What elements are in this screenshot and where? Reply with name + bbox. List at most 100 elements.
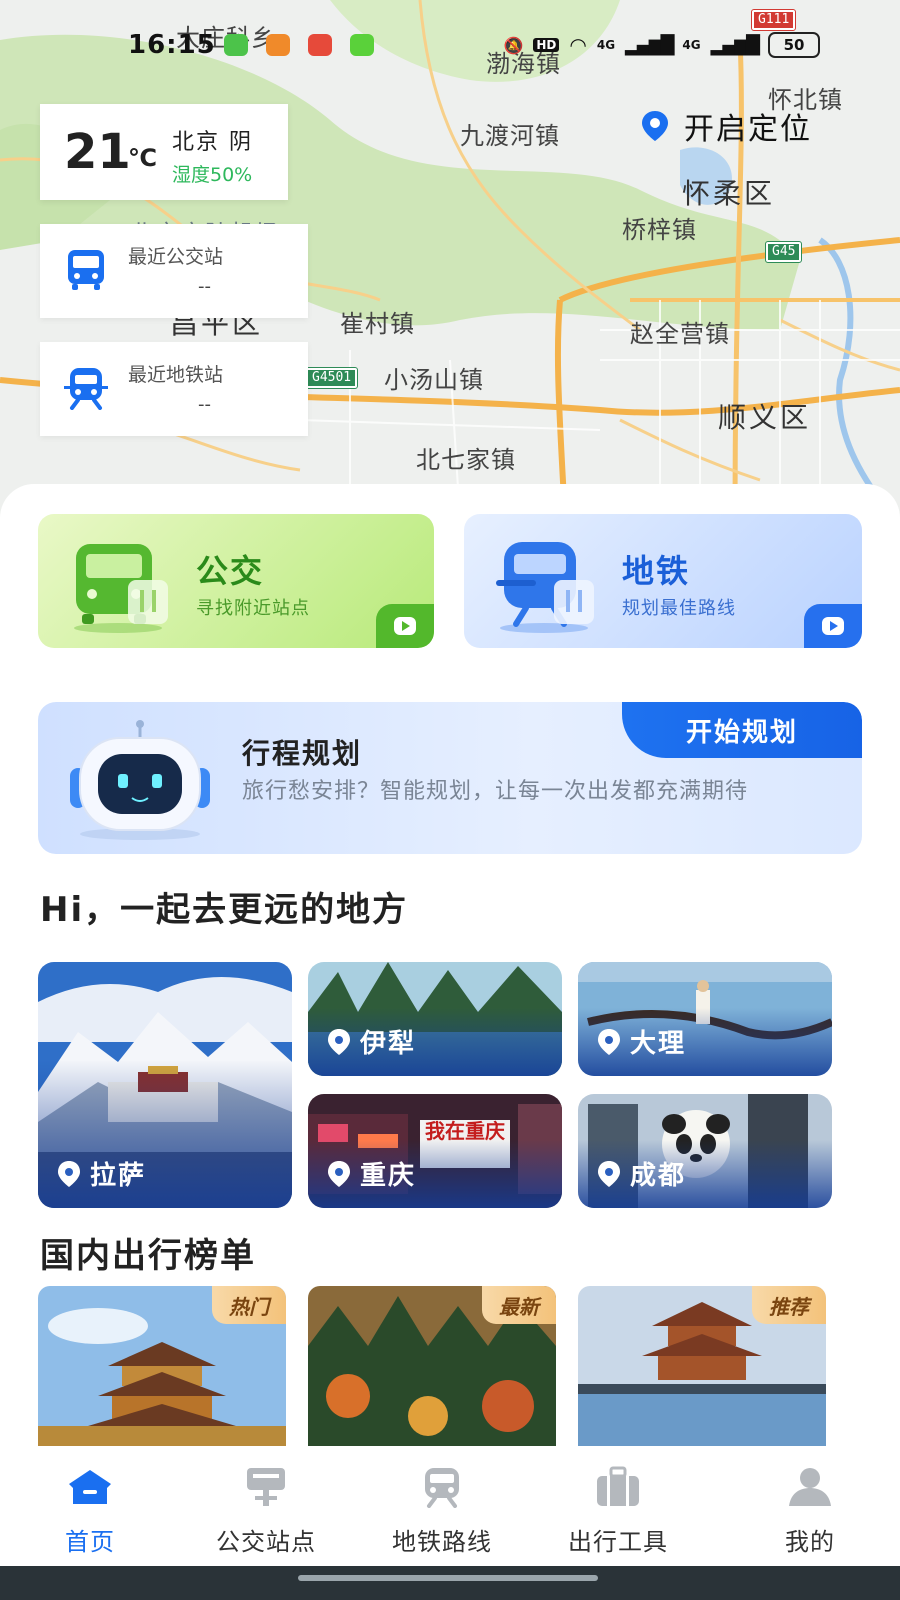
destinations-title-text: Hi，一起去更远的地方 [40, 890, 409, 930]
weather-city: 北京 阴 [172, 130, 253, 155]
home-gesture-handle[interactable] [298, 1575, 598, 1581]
destination-card-chengdu[interactable]: 成都 [578, 1094, 832, 1208]
nav-tab-label: 首页 [65, 1528, 115, 1556]
location-pin-icon [598, 1028, 620, 1055]
status-bar: 16:15 🔕 HD ◠ 4G ▂▄▆█ 4G ▂▄▆█ 50 [0, 30, 900, 66]
enable-location-label: 开启定位 [684, 112, 812, 147]
nearest-bus-station-card[interactable]: 最近公交站 -- [40, 224, 308, 318]
metro-card-go-button[interactable] [804, 604, 862, 648]
nav-tab-label: 地铁路线 [392, 1528, 492, 1556]
play-icon [822, 617, 844, 635]
status-time: 16:15 [128, 30, 216, 60]
ranking-section-title: 国内出行榜单 [40, 1228, 256, 1277]
mute-icon: 🔕 [503, 35, 524, 55]
weather-unit: ℃ [128, 144, 158, 172]
nav-tab-label: 出行工具 [568, 1528, 668, 1556]
map-label: 小汤山镇 [384, 366, 484, 394]
destination-label: 重庆 [326, 1155, 416, 1192]
battery-level: 50 [768, 32, 820, 58]
ranking-card-recommend[interactable]: 推荐 [578, 1286, 826, 1446]
map-label: 顺义区 [718, 401, 812, 434]
metro-card[interactable]: 地铁 规划最佳路线 [464, 514, 862, 648]
nav-tab-profile[interactable]: 我的 [740, 1466, 880, 1557]
suitcase-icon [597, 1466, 639, 1506]
destination-name: 伊犁 [360, 1029, 417, 1059]
status-indicators: 🔕 HD ◠ 4G ▂▄▆█ 4G ▂▄▆█ 50 [503, 32, 820, 58]
robot-icon [70, 720, 210, 840]
bus-card-go-button[interactable] [376, 604, 434, 648]
bus-card[interactable]: 公交 寻找附近站点 [38, 514, 434, 648]
weather-humidity: 湿度50% [172, 164, 253, 186]
notification-app-icon [308, 34, 332, 56]
nav-tab-home[interactable]: 首页 [20, 1466, 160, 1557]
ranking-card-hot[interactable]: 热门 [38, 1286, 286, 1446]
map-label: 九渡河镇 [460, 122, 560, 150]
map-label: 怀柔区 [682, 177, 776, 210]
ranking-card-new[interactable]: 最新 [308, 1286, 556, 1446]
bus-stop-icon [247, 1468, 285, 1506]
system-navigation-bar [0, 1566, 900, 1600]
destination-label: 伊犁 [326, 1023, 416, 1060]
play-icon [394, 617, 416, 635]
ranking-tag: 推荐 [752, 1286, 826, 1324]
home-icon [69, 1470, 111, 1504]
ranking-title-text: 国内出行榜单 [40, 1236, 256, 1276]
location-pin-icon [598, 1160, 620, 1187]
metro-icon [64, 368, 108, 410]
metro-card-title: 地铁 [622, 552, 691, 590]
location-pin-icon [328, 1028, 350, 1055]
notification-app-icon [266, 34, 290, 56]
signal-bars-icon: ▂▄▆█ [625, 34, 674, 56]
metro-illustration-icon [496, 542, 594, 633]
location-pin-icon [328, 1160, 350, 1187]
highway-shield: G111 [750, 9, 797, 31]
metro-icon [425, 1468, 459, 1508]
nearest-metro-station-card[interactable]: 最近地铁站 -- [40, 342, 308, 436]
destination-label: 大理 [596, 1023, 686, 1060]
bottom-nav: 首页 公交站点 地铁路线 出行工具 我的 [0, 1452, 900, 1566]
nav-tab-label: 我的 [785, 1528, 835, 1556]
destination-card-yili[interactable]: 伊犁 [308, 962, 562, 1076]
enable-location-button[interactable]: 开启定位 [640, 104, 812, 148]
content-sheet[interactable]: 公交 寻找附近站点 地铁 规划最佳路线 行程规划 旅行愁安排？智能规划，让每一次… [0, 484, 900, 1460]
bus-card-title: 公交 [196, 552, 265, 590]
location-pin-icon [58, 1160, 80, 1187]
destination-card-lasa[interactable]: 拉萨 [38, 962, 292, 1208]
bus-card-subtitle: 寻找附近站点 [196, 598, 310, 619]
nav-tab-travel-tools[interactable]: 出行工具 [548, 1466, 688, 1557]
map-label: 崔村镇 [340, 310, 415, 338]
destination-label: 拉萨 [56, 1155, 146, 1192]
destinations-section-title: Hi，一起去更远的地方 [40, 882, 408, 931]
start-planning-button[interactable]: 开始规划 [622, 702, 862, 758]
notification-app-icon [224, 34, 248, 56]
location-pin-icon [642, 111, 668, 141]
hd-badge: HD [533, 38, 560, 52]
notification-app-icon [350, 34, 374, 56]
destination-name: 成都 [630, 1161, 687, 1191]
signal-icon: 4G [596, 38, 616, 52]
nav-tab-bus-stops[interactable]: 公交站点 [196, 1466, 336, 1557]
bus-illustration-icon [74, 544, 168, 633]
destination-name: 大理 [630, 1029, 687, 1059]
destination-card-chongqing[interactable]: 我在重庆 重庆 [308, 1094, 562, 1208]
trip-plan-title: 行程规划 [242, 737, 363, 770]
nearest-metro-station-value: -- [198, 394, 211, 415]
destination-card-dali[interactable]: 大理 [578, 962, 832, 1076]
ranking-tag: 最新 [482, 1286, 556, 1324]
weather-temperature: 21 [64, 124, 131, 180]
destination-name: 重庆 [360, 1161, 417, 1191]
destination-name: 拉萨 [90, 1161, 147, 1191]
bus-icon [68, 250, 104, 290]
metro-card-subtitle: 规划最佳路线 [622, 598, 736, 619]
highway-shield: G4501 [304, 367, 359, 389]
nav-tab-metro-lines[interactable]: 地铁路线 [372, 1466, 512, 1557]
nearest-bus-station-label: 最近公交站 [128, 246, 224, 268]
weather-card[interactable]: 21 ℃ 北京 阴 湿度50% [40, 104, 288, 200]
nearest-bus-station-value: -- [198, 276, 211, 297]
trip-plan-description: 旅行愁安排？智能规划，让每一次出发都充满期待 [242, 779, 749, 804]
map-label: 赵全营镇 [630, 320, 730, 348]
ranking-tag: 热门 [212, 1286, 286, 1324]
destination-label: 成都 [596, 1155, 686, 1192]
nearest-metro-station-label: 最近地铁站 [128, 364, 224, 386]
trip-plan-card[interactable]: 行程规划 旅行愁安排？智能规划，让每一次出发都充满期待 开始规划 [38, 702, 862, 854]
